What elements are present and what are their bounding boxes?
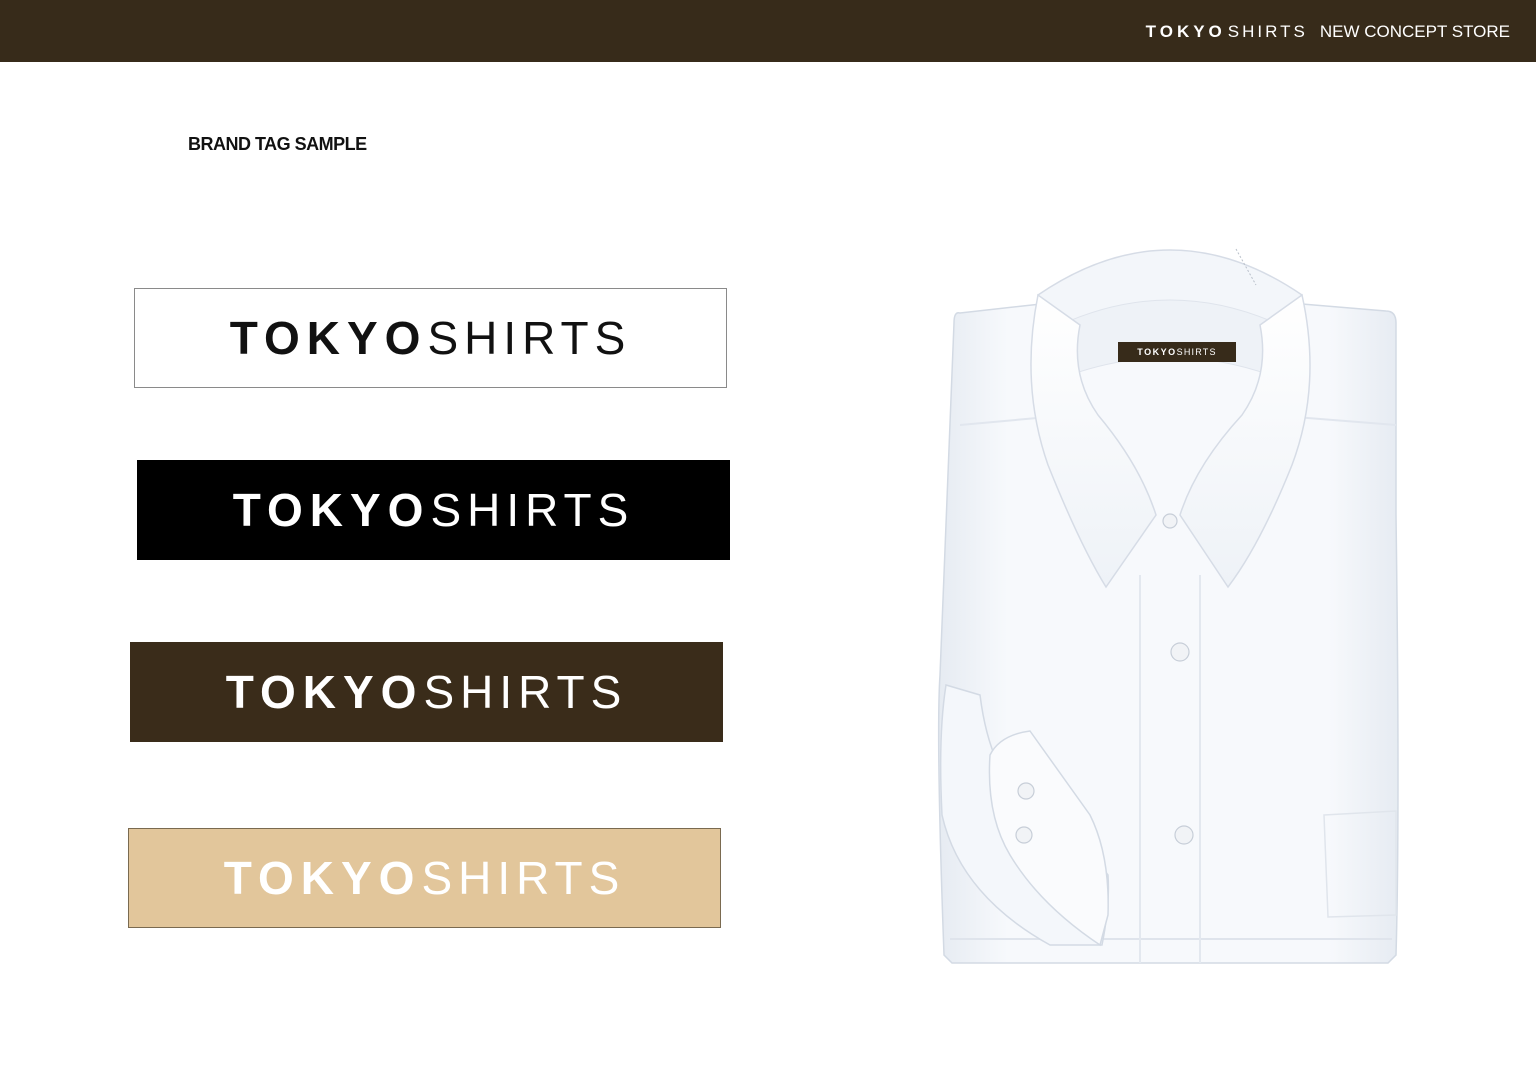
- tag-logo-light: SHIRTS: [423, 666, 628, 718]
- section-title: BRAND TAG SAMPLE: [188, 134, 367, 154]
- brand-tag-beige: TOKYOSHIRTS: [128, 828, 721, 928]
- header-brand: TOKYO SHIRTS NEW CONCEPT STORE: [1146, 21, 1510, 43]
- brand-tag-brown: TOKYOSHIRTS: [130, 642, 723, 742]
- shirt-image: TOKYO SHIRTS: [930, 215, 1410, 975]
- tag-logo-bold: TOKYO: [232, 484, 431, 536]
- tag-logo-light: SHIRTS: [430, 484, 635, 536]
- brand-tag-white: TOKYOSHIRTS: [134, 288, 727, 388]
- tag-logo-bold: TOKYO: [229, 312, 428, 364]
- top-bar: TOKYO SHIRTS NEW CONCEPT STORE: [0, 0, 1536, 62]
- shirt-neck-label: TOKYO SHIRTS: [1118, 342, 1236, 362]
- tag-logo-light: SHIRTS: [427, 312, 632, 364]
- tag-logo: TOKYOSHIRTS: [230, 311, 632, 365]
- tag-logo: TOKYOSHIRTS: [226, 665, 628, 719]
- shirt-label-bold: TOKYO: [1137, 347, 1177, 357]
- shirt-label-light: SHIRTS: [1176, 347, 1217, 357]
- header-brand-bold: TOKYO: [1145, 22, 1226, 41]
- tag-logo: TOKYOSHIRTS: [224, 851, 626, 905]
- tag-logo-bold: TOKYO: [223, 852, 422, 904]
- tag-logo-light: SHIRTS: [421, 852, 626, 904]
- header-brand-light: SHIRTS: [1227, 22, 1308, 41]
- header-tagline: NEW CONCEPT STORE: [1319, 22, 1510, 41]
- tag-logo: TOKYOSHIRTS: [233, 483, 635, 537]
- tag-logo-bold: TOKYO: [225, 666, 424, 718]
- folded-shirt-icon: [937, 248, 1399, 964]
- brand-tag-black: TOKYOSHIRTS: [137, 460, 730, 560]
